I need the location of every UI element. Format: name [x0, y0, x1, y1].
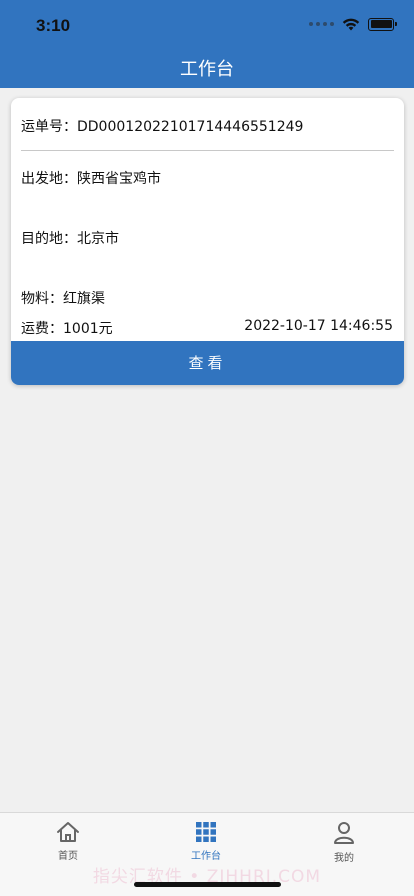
home-indicator [134, 882, 281, 887]
divider [21, 150, 394, 151]
tab-home[interactable]: 首页 [28, 821, 108, 862]
origin-row: 出发地：陕西省宝鸡市 [21, 168, 161, 188]
tab-mine[interactable]: 我的 [304, 821, 384, 864]
home-icon [57, 822, 79, 842]
tab-workbench[interactable]: 工作台 [166, 821, 246, 862]
top-header: 3:10 工作台 [0, 0, 414, 88]
cellular-signal-icon [309, 22, 334, 26]
material-value: 红旗渠 [63, 291, 105, 307]
waybill-number: DD00012022101714446551249 [77, 119, 304, 135]
order-datetime: 2022-10-17 14:46:55 [244, 318, 393, 334]
order-card: 运单号：DD00012022101714446551249 出发地：陕西省宝鸡市… [11, 98, 404, 385]
destination-value: 北京市 [77, 231, 119, 247]
tab-mine-label: 我的 [334, 853, 354, 864]
status-icons [309, 15, 397, 33]
waybill-row: 运单号：DD00012022101714446551249 [21, 116, 303, 136]
origin-label: 出发地： [21, 171, 77, 187]
destination-label: 目的地： [21, 231, 77, 247]
material-label: 物料： [21, 291, 63, 307]
status-time: 3:10 [36, 16, 71, 35]
freight-row: 运费：1001元 [21, 318, 113, 338]
freight-value: 1001元 [63, 321, 113, 337]
destination-row: 目的地：北京市 [21, 228, 119, 248]
tab-home-label: 首页 [58, 851, 78, 862]
grid-icon [196, 822, 216, 842]
page-title: 工作台 [180, 59, 234, 80]
freight-label: 运费： [21, 321, 63, 337]
view-button[interactable]: 查看 [11, 341, 404, 385]
battery-icon [368, 17, 397, 31]
waybill-label: 运单号： [21, 119, 77, 135]
material-row: 物料：红旗渠 [21, 288, 105, 308]
person-icon [334, 822, 354, 844]
tab-workbench-label: 工作台 [191, 851, 221, 862]
wifi-icon [342, 18, 360, 31]
origin-value: 陕西省宝鸡市 [77, 171, 161, 187]
